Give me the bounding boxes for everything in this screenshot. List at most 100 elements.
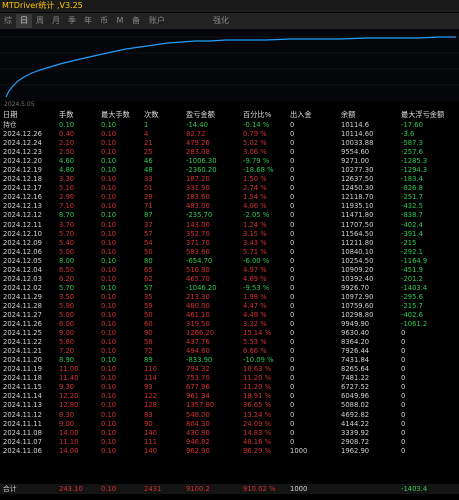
- table-row[interactable]: 2024.12.23 2.50 0.10 25 283.08 3.06 % 0 9554.60…: [0, 148, 459, 157]
- table-row[interactable]: 2024.12.02 5.70 0.10 57 -1046.20 -9.53 % 0 9926…: [0, 284, 459, 293]
- table-row[interactable]: 2024.11.06 14.00 0.10 140 962.90 96.29 % 1000 1…: [0, 447, 459, 456]
- table-row[interactable]: 2024.12.18 3.30 0.10 33 187.20 1.50 % 0 12637.5…: [0, 175, 459, 184]
- table-cell: 0.10: [101, 437, 117, 446]
- table-cell: 4: [144, 130, 149, 139]
- table-row[interactable]: 2024.12.24 2.10 0.10 21 479.26 5.02 % 0 10033.8…: [0, 139, 459, 148]
- table-cell: -1046.20: [186, 283, 217, 292]
- tab-7[interactable]: M: [112, 14, 128, 28]
- table-cell: 0: [290, 301, 295, 310]
- table-cell: 0.10: [101, 274, 117, 283]
- table-cell: -235.70: [186, 211, 213, 220]
- column-header[interactable]: 日期: [3, 109, 17, 121]
- table-row[interactable]: 2024.11.28 5.90 0.10 59 480.00 4.47 % 0 10759.6…: [0, 302, 459, 311]
- table-cell: 0.10: [101, 301, 117, 310]
- column-header[interactable]: 最大手数: [101, 109, 130, 121]
- table-row[interactable]: 2024.12.20 4.60 0.10 46 -1006.30 -9.79 % 0 9271…: [0, 157, 459, 166]
- equity-chart: 2024.5.05: [0, 29, 459, 108]
- table-cell: -451.9: [401, 265, 423, 274]
- table-cell: 0: [290, 410, 295, 419]
- table-row[interactable]: 2024.11.08 14.00 0.10 140 430.80 14.83 % 0 3339…: [0, 429, 459, 438]
- table-cell: 48: [144, 166, 153, 175]
- table-cell: -17.60: [401, 121, 423, 129]
- tab-4[interactable]: 季: [64, 14, 80, 28]
- table-cell: 5.10: [59, 184, 75, 193]
- table-cell: 14.00: [59, 428, 79, 437]
- table-cell: 0: [290, 184, 295, 193]
- table-cell: 583.60: [186, 247, 210, 256]
- total-cell: 910.02 %: [243, 485, 276, 493]
- tab-0[interactable]: 综: [0, 14, 16, 28]
- table-row[interactable]: 2024.12.10 5.70 0.10 57 352.70 3.15 % 0 11564.5…: [0, 230, 459, 239]
- table-row[interactable]: 2024.11.29 3.50 0.10 35 213.30 1.98 % 0 10972.9…: [0, 293, 459, 302]
- table-cell: 35: [144, 292, 153, 301]
- table-row[interactable]: 2024.11.22 5.80 0.10 58 437.76 5.53 % 0 8364.20…: [0, 338, 459, 347]
- column-header[interactable]: 手数: [59, 109, 73, 121]
- table-row[interactable]: 2024.11.21 7.20 0.10 72 494.60 6.66 % 0 7926.44…: [0, 347, 459, 356]
- table-cell: 3.50: [59, 292, 75, 301]
- equity-line: [5, 36, 456, 98]
- column-header[interactable]: 盈亏金额: [186, 109, 215, 121]
- table-cell: 0: [290, 274, 295, 283]
- tab-3[interactable]: 月: [48, 14, 64, 28]
- table-cell: 110: [144, 365, 157, 374]
- table-row[interactable]: 2024.12.04 6.50 0.10 65 516.80 4.97 % 0 10909.2…: [0, 266, 459, 275]
- table-row[interactable]: 2024.11.27 5.00 0.10 50 461.10 4.49 % 0 10298.8…: [0, 311, 459, 320]
- column-header[interactable]: 余额: [341, 109, 355, 121]
- table-row[interactable]: 2024.11.13 12.80 0.10 128 1357.80 36.65 % 0 508…: [0, 401, 459, 410]
- table-row[interactable]: 2024.12.16 2.90 0.10 29 183.60 1.54 % 0 12118.7…: [0, 193, 459, 202]
- table-row[interactable]: 2024.11.26 6.00 0.10 60 319.50 3.32 % 0 9949.90…: [0, 320, 459, 329]
- table-row[interactable]: 2024.12.06 5.00 0.10 50 583.60 5.71 % 0 10840.1…: [0, 248, 459, 257]
- table-cell: 0.10: [101, 175, 117, 184]
- table-cell: 0: [290, 419, 295, 428]
- table-row[interactable]: 2024.12.26 0.40 0.10 4 82.72 0.79 % 0 10114.60 -…: [0, 130, 459, 139]
- table-row[interactable]: 2024.12.19 4.80 0.10 48 -2360.20 -18.68 % 0 102…: [0, 166, 459, 175]
- table-row[interactable]: 2024.11.19 11.00 0.10 110 794.32 10.63 % 0 8265…: [0, 365, 459, 374]
- table-cell: 59: [144, 301, 153, 310]
- table-cell: 21: [144, 139, 153, 148]
- table-cell: 2.50: [59, 148, 75, 157]
- table-row[interactable]: 2024.11.07 11.10 0.10 111 946.82 48.16 % 0 2908…: [0, 438, 459, 447]
- column-header[interactable]: 百分比%: [243, 109, 271, 121]
- table-row[interactable]: 2024.12.12 8.70 0.10 87 -235.70 -2.05 % 0 11471…: [0, 211, 459, 220]
- table-cell: 0.10: [101, 292, 117, 301]
- table-row[interactable]: 2024.11.12 8.30 0.10 83 548.00 13.24 % 0 4692.8…: [0, 411, 459, 420]
- table-cell: 0.10: [101, 374, 117, 383]
- table-row[interactable]: 2024.11.11 9.00 0.10 90 804.30 24.09 % 0 4144.2…: [0, 420, 459, 429]
- table-row[interactable]: 2024.11.15 9.30 0.10 93 677.96 11.20 % 0 6727.5…: [0, 383, 459, 392]
- table-cell: 804.30: [186, 419, 210, 428]
- table-cell: 0: [290, 157, 295, 166]
- column-header[interactable]: 出入金: [290, 109, 312, 121]
- tab-8[interactable]: 备: [128, 14, 144, 28]
- table-cell: 2.10: [59, 139, 75, 148]
- table-cell: 371.70: [186, 238, 210, 247]
- tab-5[interactable]: 年: [80, 14, 96, 28]
- table-row[interactable]: 持仓 0.10 0.10 1 -14.40 -0.14 % 0 10114.6 -17.60: [0, 121, 459, 130]
- tab-2[interactable]: 周: [32, 14, 48, 28]
- table-row[interactable]: 2024.11.20 8.90 0.10 89 -833.90 -10.09 % 0 7431…: [0, 356, 459, 365]
- table-row[interactable]: 2024.12.17 5.10 0.10 51 331.90 2.74 % 0 12450.3…: [0, 184, 459, 193]
- column-header[interactable]: 最大浮亏金额: [401, 109, 444, 121]
- table-cell: 2024.12.11: [3, 220, 42, 229]
- table-cell: 2024.12.20: [3, 157, 42, 166]
- table-cell: 8.30: [59, 410, 75, 419]
- table-row[interactable]: 2024.11.18 11.40 0.10 114 753.70 11.20 % 0 7481…: [0, 374, 459, 383]
- tab-9[interactable]: 账户: [144, 14, 170, 28]
- tab-right-option[interactable]: 强化: [213, 13, 229, 29]
- table-cell: 7431.84: [341, 356, 370, 365]
- window-title: MTDriver统计 ,V3.25: [0, 0, 459, 12]
- table-row[interactable]: 2024.11.25 9.00 0.10 90 1266.20 15.14 % 0 9630.…: [0, 329, 459, 338]
- table-row[interactable]: 2024.11.14 12.20 0.10 122 961.34 18.91 % 0 6049…: [0, 392, 459, 401]
- table-row[interactable]: 2024.12.05 8.00 0.10 80 -654.70 -6.00 % 0 10254…: [0, 257, 459, 266]
- table-row[interactable]: 2024.12.09 5.40 0.10 54 371.70 3.43 % 0 11211.8…: [0, 239, 459, 248]
- table-cell: 29: [144, 193, 153, 202]
- table-cell: 4692.82: [341, 410, 370, 419]
- table-cell: 0: [290, 148, 295, 157]
- table-cell: 2024.12.24: [3, 139, 42, 148]
- table-cell: 10114.60: [341, 130, 374, 139]
- tab-1[interactable]: 日: [16, 14, 32, 28]
- tab-6[interactable]: 币: [96, 14, 112, 28]
- table-row[interactable]: 2024.12.13 7.10 0.10 71 483.00 4.06 % 0 11935.1…: [0, 202, 459, 211]
- column-header[interactable]: 次数: [144, 109, 158, 121]
- table-row[interactable]: 2024.12.03 6.20 0.10 62 465.70 4.69 % 0 10392.4…: [0, 275, 459, 284]
- table-row[interactable]: 2024.12.11 3.70 0.10 37 143.00 1.24 % 0 11707.5…: [0, 221, 459, 230]
